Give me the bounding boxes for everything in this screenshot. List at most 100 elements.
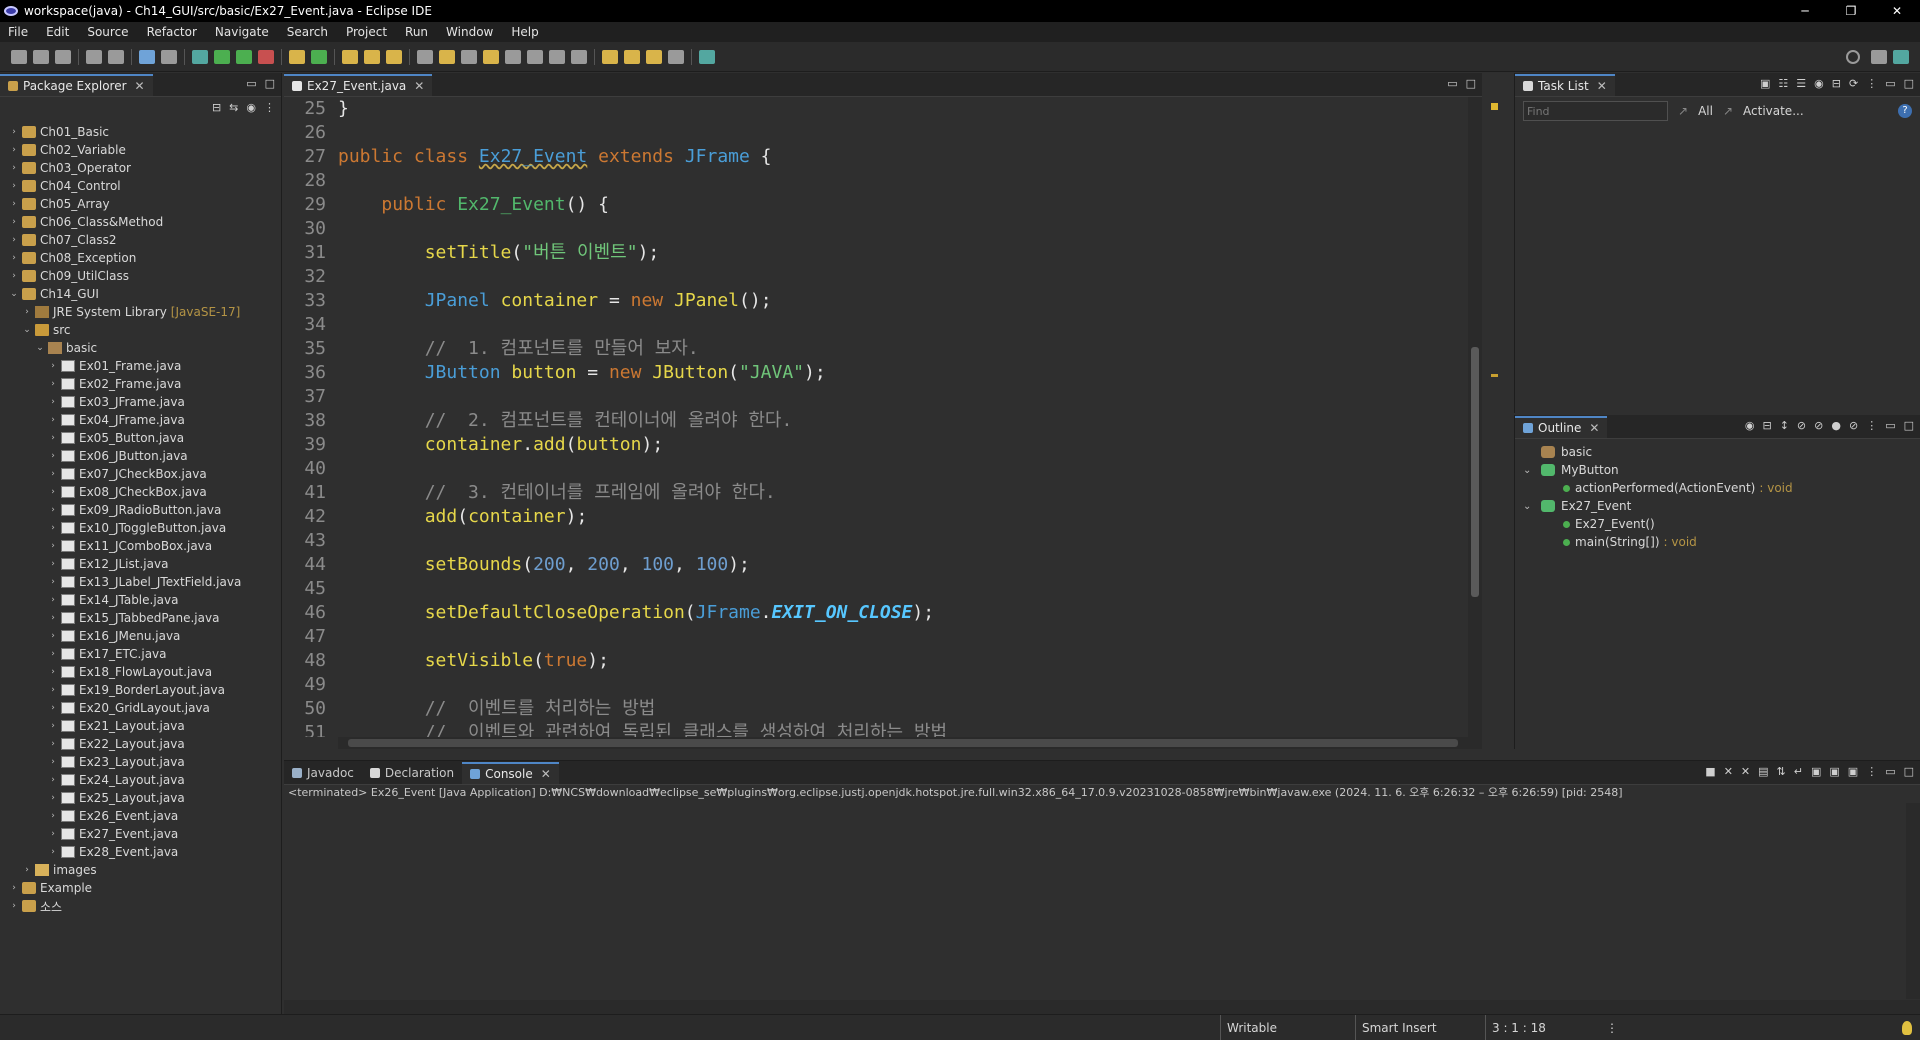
tree-item[interactable]: › Ex22_Layout.java bbox=[0, 735, 281, 753]
view-menu-icon[interactable]: ⋮ bbox=[1866, 765, 1877, 778]
maximize-icon[interactable]: □ bbox=[1904, 765, 1914, 778]
menu-file[interactable]: File bbox=[8, 25, 28, 39]
tree-item[interactable]: › Ex10_JToggleButton.java bbox=[0, 519, 281, 537]
expand-toggle-icon[interactable]: › bbox=[47, 667, 59, 677]
expand-toggle-icon[interactable]: › bbox=[8, 199, 20, 209]
expand-toggle-icon[interactable]: › bbox=[8, 901, 20, 911]
outline-item[interactable]: basic bbox=[1515, 443, 1920, 461]
tree-item[interactable]: › Ex04_JFrame.java bbox=[0, 411, 281, 429]
tree-item[interactable]: › Ex08_JCheckBox.java bbox=[0, 483, 281, 501]
close-icon[interactable]: ✕ bbox=[1589, 421, 1599, 435]
expand-toggle-icon[interactable]: › bbox=[8, 883, 20, 893]
tree-item[interactable]: › Ch08_Exception bbox=[0, 249, 281, 267]
code-area[interactable]: 25} 26 27 public class Ex27_Event extends J… bbox=[284, 97, 1482, 737]
expand-toggle-icon[interactable]: › bbox=[47, 793, 59, 803]
close-icon[interactable]: ✕ bbox=[541, 767, 551, 781]
coverage-icon[interactable] bbox=[236, 49, 252, 64]
expand-toggle-icon[interactable]: › bbox=[8, 217, 20, 227]
show-whitespace-icon[interactable] bbox=[505, 49, 521, 64]
all-filter-link[interactable]: All bbox=[1698, 104, 1713, 118]
word-wrap-icon[interactable] bbox=[483, 49, 499, 64]
java-perspective-icon[interactable] bbox=[1893, 50, 1909, 64]
tree-item[interactable]: › Ex26_Event.java bbox=[0, 807, 281, 825]
link-with-editor-icon[interactable]: ⇆ bbox=[229, 101, 238, 114]
expand-toggle-icon[interactable]: › bbox=[47, 649, 59, 659]
sync-icon[interactable]: ⟳ bbox=[1849, 77, 1858, 90]
tree-item[interactable]: › Example bbox=[0, 879, 281, 897]
editor-horizontal-scrollbar[interactable] bbox=[338, 737, 1482, 749]
open-console-icon[interactable]: ▣ bbox=[1848, 765, 1858, 778]
tree-item[interactable]: › Ch02_Variable bbox=[0, 141, 281, 159]
expand-toggle-icon[interactable]: › bbox=[8, 145, 20, 155]
tab-javadoc[interactable]: Javadoc bbox=[284, 762, 362, 784]
clear-console-icon[interactable]: ▤ bbox=[1758, 765, 1768, 778]
activate-link[interactable]: Activate... bbox=[1743, 104, 1804, 118]
hide-nonpublic-icon[interactable]: ● bbox=[1831, 419, 1841, 432]
expand-toggle-icon[interactable]: ⌄ bbox=[1523, 465, 1541, 476]
expand-toggle-icon[interactable]: › bbox=[47, 451, 59, 461]
tree-item[interactable]: › Ex11_JComboBox.java bbox=[0, 537, 281, 555]
tree-item[interactable]: › Ex28_Event.java bbox=[0, 843, 281, 861]
tree-item[interactable]: › Ex09_JRadioButton.java bbox=[0, 501, 281, 519]
expand-toggle-icon[interactable]: › bbox=[21, 307, 33, 317]
tree-item[interactable]: › Ex07_JCheckBox.java bbox=[0, 465, 281, 483]
minimize-icon[interactable]: ▭ bbox=[1885, 765, 1895, 778]
tree-item[interactable]: › Ex20_GridLayout.java bbox=[0, 699, 281, 717]
save-all-icon[interactable] bbox=[55, 49, 71, 64]
hide-static-icon[interactable]: ⊘ bbox=[1814, 419, 1823, 432]
expand-toggle-icon[interactable]: › bbox=[47, 613, 59, 623]
build-icon[interactable] bbox=[161, 49, 177, 64]
expand-toggle-icon[interactable]: › bbox=[47, 595, 59, 605]
console-output[interactable] bbox=[284, 803, 1904, 999]
display-console-icon[interactable]: ▣ bbox=[1829, 765, 1839, 778]
highlight-icon[interactable] bbox=[439, 49, 455, 64]
tab-console[interactable]: Console ✕ bbox=[462, 762, 559, 784]
minimize-icon[interactable]: ▭ bbox=[1885, 419, 1895, 432]
expand-toggle-icon[interactable]: › bbox=[47, 721, 59, 731]
tree-item[interactable]: › Ex05_Button.java bbox=[0, 429, 281, 447]
external-tools-icon[interactable] bbox=[258, 49, 274, 64]
undo-icon[interactable] bbox=[86, 49, 102, 64]
forward-icon[interactable] bbox=[668, 49, 684, 64]
tree-item[interactable]: › Ex02_Frame.java bbox=[0, 375, 281, 393]
task-find-input[interactable] bbox=[1523, 101, 1668, 121]
minimize-button[interactable]: ─ bbox=[1782, 0, 1828, 22]
tree-item[interactable]: › Ex24_Layout.java bbox=[0, 771, 281, 789]
open-type-icon[interactable] bbox=[342, 49, 358, 64]
expand-toggle-icon[interactable]: › bbox=[8, 271, 20, 281]
focus-icon[interactable]: ◉ bbox=[1814, 77, 1824, 90]
expand-toggle-icon[interactable]: › bbox=[47, 415, 59, 425]
expand-toggle-icon[interactable]: › bbox=[47, 379, 59, 389]
focus-icon[interactable]: ◉ bbox=[246, 101, 256, 114]
expand-toggle-icon[interactable]: › bbox=[21, 865, 33, 875]
run-icon[interactable] bbox=[214, 49, 230, 64]
next-annotation-icon[interactable] bbox=[549, 49, 565, 64]
tree-item[interactable]: › Ex15_JTabbedPane.java bbox=[0, 609, 281, 627]
remove-launch-icon[interactable]: ✕ bbox=[1724, 765, 1733, 778]
focus-icon[interactable]: ◉ bbox=[1745, 419, 1755, 432]
minimize-icon[interactable]: ▭ bbox=[1447, 77, 1457, 90]
terminate-icon[interactable]: ■ bbox=[1705, 765, 1715, 778]
tree-item[interactable]: › Ex03_JFrame.java bbox=[0, 393, 281, 411]
hide-local-types-icon[interactable]: ⊘ bbox=[1849, 419, 1858, 432]
warning-marker[interactable] bbox=[1491, 103, 1498, 110]
expand-toggle-icon[interactable]: › bbox=[47, 829, 59, 839]
search-icon[interactable] bbox=[1846, 50, 1860, 64]
outline-item[interactable]: ⌄ Ex27_Event bbox=[1515, 497, 1920, 515]
expand-toggle-icon[interactable]: › bbox=[47, 757, 59, 767]
expand-toggle-icon[interactable]: › bbox=[47, 811, 59, 821]
expand-toggle-icon[interactable]: ⌄ bbox=[34, 343, 46, 353]
save-icon[interactable] bbox=[33, 49, 49, 64]
view-menu-icon[interactable]: ⋮ bbox=[1866, 419, 1877, 432]
tab-task-list[interactable]: Task List ✕ bbox=[1515, 74, 1615, 96]
tree-item[interactable]: › Ex25_Layout.java bbox=[0, 789, 281, 807]
close-icon[interactable]: ✕ bbox=[414, 79, 424, 93]
close-icon[interactable]: ✕ bbox=[135, 79, 145, 93]
menu-help[interactable]: Help bbox=[511, 25, 538, 39]
occurrence-marker[interactable] bbox=[1491, 374, 1498, 377]
minimize-icon[interactable]: ▭ bbox=[1885, 77, 1895, 90]
collapse-all-icon[interactable]: ⊟ bbox=[212, 101, 221, 114]
outline-item[interactable]: actionPerformed(ActionEvent): void bbox=[1515, 479, 1920, 497]
maximize-icon[interactable]: □ bbox=[1904, 419, 1914, 432]
tree-item[interactable]: › Ex23_Layout.java bbox=[0, 753, 281, 771]
